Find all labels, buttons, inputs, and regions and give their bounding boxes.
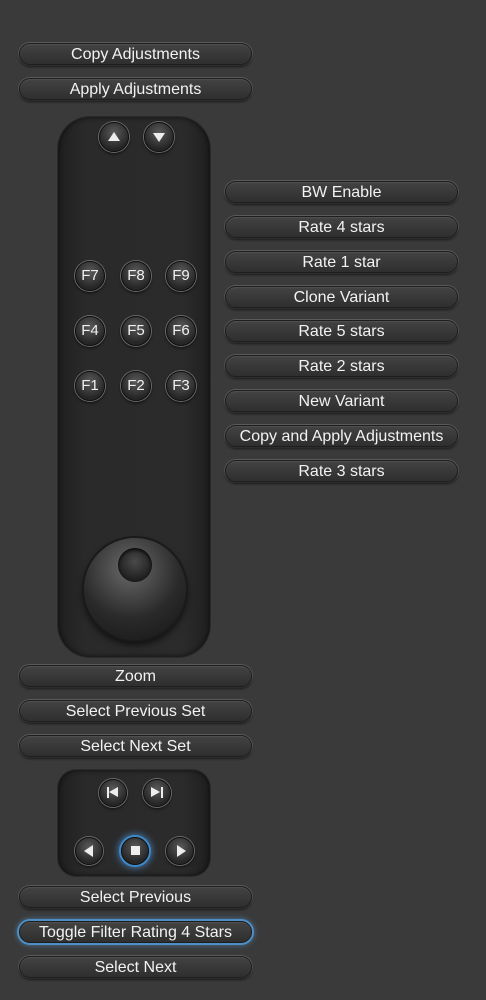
f1-key[interactable]: F1 [75, 371, 105, 401]
rate-4-stars-button[interactable]: Rate 4 stars [225, 216, 458, 238]
arrow-up-icon [108, 132, 120, 141]
jog-dial[interactable] [84, 538, 186, 640]
stop-button[interactable] [121, 837, 149, 865]
toggle-filter-rating-button[interactable]: Toggle Filter Rating 4 Stars [19, 921, 252, 943]
new-variant-button[interactable]: New Variant [225, 390, 458, 412]
arrow-left-icon [83, 845, 93, 857]
f2-key[interactable]: F2 [121, 371, 151, 401]
f5-key[interactable]: F5 [121, 316, 151, 346]
select-previous-set-button[interactable]: Select Previous Set [19, 700, 252, 722]
select-previous-button[interactable]: Select Previous [19, 886, 252, 908]
select-next-set-button[interactable]: Select Next Set [19, 735, 252, 757]
f8-key[interactable]: F8 [121, 261, 151, 291]
arrow-right-icon [176, 845, 186, 857]
skip-back-icon [107, 787, 119, 798]
bw-enable-button[interactable]: BW Enable [225, 181, 458, 203]
rate-1-star-button[interactable]: Rate 1 star [225, 251, 458, 273]
f6-key[interactable]: F6 [166, 316, 196, 346]
arrow-down-button[interactable] [144, 122, 174, 152]
rate-2-stars-button[interactable]: Rate 2 stars [225, 355, 458, 377]
arrow-down-icon [153, 133, 165, 142]
rate-5-stars-button[interactable]: Rate 5 stars [225, 320, 458, 342]
copy-and-apply-adjustments-button[interactable]: Copy and Apply Adjustments [225, 425, 458, 447]
f7-key[interactable]: F7 [75, 261, 105, 291]
skip-forward-icon [151, 787, 163, 798]
arrow-up-button[interactable] [99, 122, 129, 152]
f4-key[interactable]: F4 [75, 316, 105, 346]
stop-icon [130, 846, 140, 855]
copy-adjustments-button[interactable]: Copy Adjustments [19, 43, 252, 65]
apply-adjustments-button[interactable]: Apply Adjustments [19, 78, 252, 100]
rate-3-stars-button[interactable]: Rate 3 stars [225, 460, 458, 482]
skip-forward-button[interactable] [143, 779, 171, 807]
arrow-right-button[interactable] [166, 837, 194, 865]
clone-variant-button[interactable]: Clone Variant [225, 286, 458, 308]
arrow-left-button[interactable] [75, 837, 103, 865]
zoom-button[interactable]: Zoom [19, 665, 252, 687]
select-next-button[interactable]: Select Next [19, 956, 252, 978]
jog-dial-dimple [118, 548, 152, 582]
f9-key[interactable]: F9 [166, 261, 196, 291]
f3-key[interactable]: F3 [166, 371, 196, 401]
skip-back-button[interactable] [99, 779, 127, 807]
